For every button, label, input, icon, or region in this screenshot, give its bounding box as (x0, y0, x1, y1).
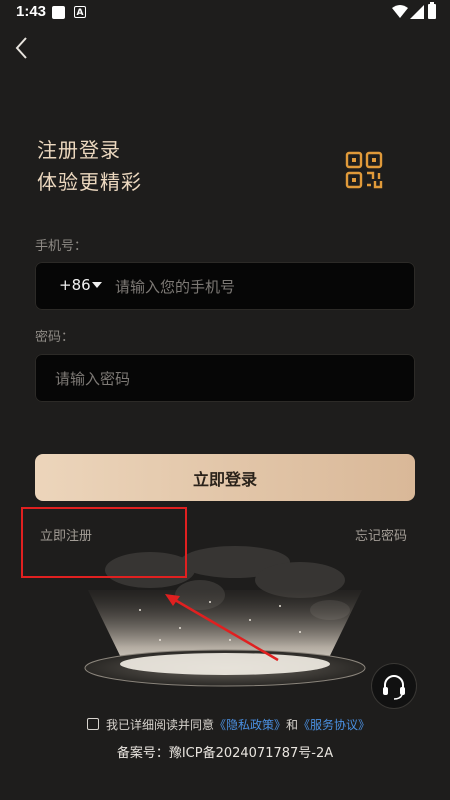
password-label: 密码： (35, 330, 75, 345)
country-code-selector[interactable]: +86 (59, 276, 91, 294)
phone-label: 手机号： (35, 239, 88, 254)
privacy-policy-link[interactable]: 《隐私政策》 (214, 718, 286, 732)
customer-service-button[interactable] (372, 664, 416, 708)
signal-icon (410, 5, 424, 19)
agreement-text: 我已详细阅读并同意《隐私政策》和《服务协议》 (106, 716, 370, 733)
agreement-checkbox[interactable] (87, 718, 99, 730)
qr-code-icon[interactable] (344, 150, 384, 190)
forgot-password-link[interactable]: 忘记密码 (355, 525, 407, 544)
page-title-line2: 体验更精彩 (37, 170, 142, 194)
status-time: 1:43 (16, 3, 47, 20)
headset-icon (383, 675, 405, 700)
terms-of-service-link[interactable]: 《服务协议》 (298, 718, 370, 732)
back-button[interactable] (10, 34, 34, 62)
font-notification-icon: A (74, 6, 86, 18)
notification-icon (52, 6, 65, 19)
icp-record-number: 备案号：豫ICP备2024071787号-2A (116, 746, 334, 761)
password-input[interactable] (53, 354, 407, 404)
phone-input[interactable] (113, 262, 407, 312)
agreement-prefix: 我已详细阅读并同意 (106, 718, 215, 732)
caret-down-icon[interactable] (92, 282, 102, 288)
status-bar: 1:43 A (0, 0, 450, 26)
login-button[interactable]: 立即登录 (35, 454, 415, 501)
password-field (35, 354, 415, 404)
phone-field: +86 (35, 262, 415, 312)
register-link[interactable]: 立即注册 (40, 525, 92, 544)
page-title-line1: 注册登录 (37, 138, 121, 162)
battery-icon (428, 2, 436, 19)
wifi-icon (392, 5, 408, 18)
agreement-and: 和 (286, 718, 299, 732)
